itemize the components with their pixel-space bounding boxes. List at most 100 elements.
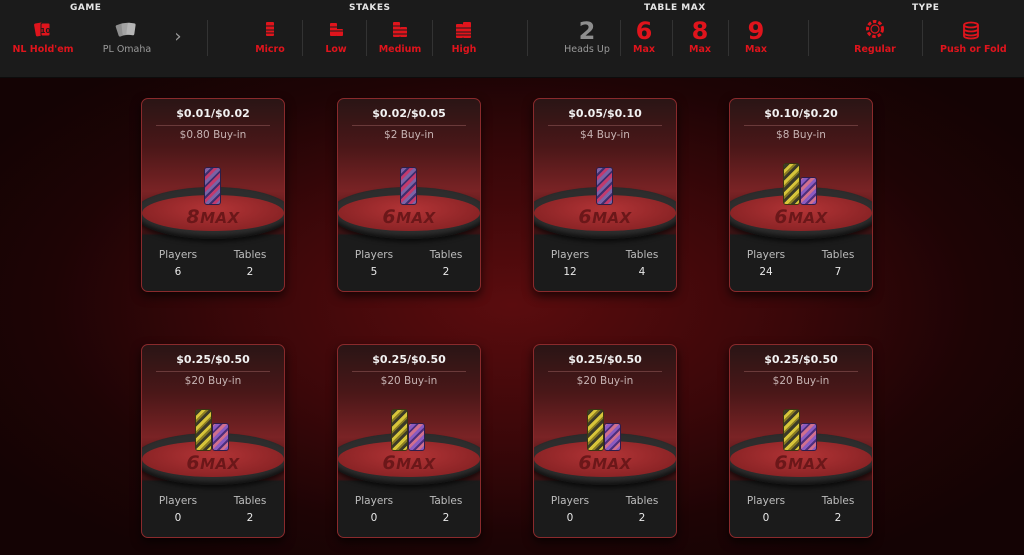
chip-stack — [195, 409, 212, 451]
separator — [207, 20, 208, 56]
separator — [620, 20, 621, 56]
table-max-option-2[interactable]: 2 Heads Up — [560, 19, 614, 55]
players-label: Players — [746, 495, 786, 507]
separator — [527, 20, 528, 56]
divider — [156, 125, 270, 126]
tables-label: Tables — [429, 249, 463, 261]
poker-chip-icon — [852, 20, 898, 42]
players-stat: Players 6 — [148, 249, 208, 278]
separator — [808, 20, 809, 56]
buyin-label: $4 Buy-in — [580, 129, 630, 141]
chips-graphic — [534, 409, 676, 453]
tables-count: 7 — [834, 266, 842, 278]
players-stat: Players 5 — [344, 249, 404, 278]
players-stat: Players 12 — [540, 249, 600, 278]
players-count: 0 — [370, 512, 378, 524]
chip-stack — [408, 423, 425, 451]
chevron-right-icon: › — [174, 26, 182, 47]
chips-graphic — [142, 163, 284, 207]
tables-count: 2 — [246, 266, 254, 278]
tables-label: Tables — [233, 249, 267, 261]
tables-stat: Tables 2 — [220, 495, 280, 524]
max-logo: 6MAX — [382, 206, 436, 228]
stakes-option-low[interactable]: Low — [316, 20, 356, 55]
players-label: Players — [158, 249, 198, 261]
buyin-label: $20 Buy-in — [772, 375, 830, 387]
chip-stack — [400, 167, 417, 205]
tables-stat: Tables 4 — [612, 249, 672, 278]
table-card[interactable]: $0.25/$0.50 $20 Buy-in 6MAX Players 0 Ta… — [729, 344, 873, 538]
type-filter-title: TYPE — [912, 3, 940, 13]
svg-text:10: 10 — [41, 27, 51, 35]
max-logo: 6MAX — [774, 452, 828, 474]
max-logo: 6MAX — [774, 206, 828, 228]
players-stat: Players 0 — [736, 495, 796, 524]
type-option-push-or-fold[interactable]: Push or Fold — [940, 20, 1007, 55]
chip-stack — [587, 409, 604, 451]
table-card[interactable]: $0.10/$0.20 $8 Buy-in 6MAX Players 24 Ta… — [729, 98, 873, 292]
tables-stat: Tables 7 — [808, 249, 868, 278]
tables-label: Tables — [821, 249, 855, 261]
table-card[interactable]: $0.05/$0.10 $4 Buy-in 6MAX Players 12 Ta… — [533, 98, 677, 292]
tables-label: Tables — [625, 495, 659, 507]
table-card[interactable]: $0.25/$0.50 $20 Buy-in 6MAX Players 0 Ta… — [533, 344, 677, 538]
tables-stat: Tables 2 — [808, 495, 868, 524]
stakes-option-medium[interactable]: Medium — [378, 20, 422, 55]
tables-count: 2 — [246, 512, 254, 524]
table-max-option-9[interactable]: 9 Max — [741, 19, 771, 55]
divider — [744, 371, 858, 372]
tables-stat: Tables 2 — [416, 495, 476, 524]
tables-label: Tables — [821, 495, 855, 507]
players-count: 24 — [759, 266, 773, 278]
table-card[interactable]: $0.25/$0.50 $20 Buy-in 6MAX Players 0 Ta… — [141, 344, 285, 538]
chip-stack-icon — [378, 20, 422, 42]
table-card[interactable]: $0.01/$0.02 $0.80 Buy-in 8MAX Players 6 … — [141, 98, 285, 292]
buyin-label: $20 Buy-in — [576, 375, 634, 387]
players-label: Players — [354, 495, 394, 507]
table-card[interactable]: $0.02/$0.05 $2 Buy-in 6MAX Players 5 Tab… — [337, 98, 481, 292]
separator — [432, 20, 433, 56]
chip-stack-icon — [316, 20, 356, 42]
players-count: 12 — [563, 266, 577, 278]
players-stat: Players 0 — [148, 495, 208, 524]
buyin-label: $20 Buy-in — [184, 375, 242, 387]
players-stat: Players 0 — [344, 495, 404, 524]
separator — [366, 20, 367, 56]
divider — [548, 125, 662, 126]
game-more-chevron[interactable]: › — [168, 26, 188, 47]
chip-stack — [596, 167, 613, 205]
table-max-option-8[interactable]: 8 Max — [685, 19, 715, 55]
chips-graphic — [730, 409, 872, 453]
players-stat: Players 24 — [736, 249, 796, 278]
chip-stack — [800, 177, 817, 205]
game-option-pl-omaha[interactable]: PL Omaha — [96, 20, 158, 55]
chip-stack — [783, 163, 800, 205]
divider — [352, 371, 466, 372]
filter-bar: GAME 10 NL Hold'em PL Omaha › STAKES Mic… — [0, 0, 1024, 78]
cards-gray-icon — [96, 20, 158, 42]
stakes-label: $0.10/$0.20 — [764, 107, 838, 120]
players-label: Players — [746, 249, 786, 261]
stakes-option-high[interactable]: High — [444, 20, 484, 55]
game-option-nl-holdem[interactable]: 10 NL Hold'em — [12, 20, 74, 55]
tables-count: 2 — [442, 266, 450, 278]
stakes-label: $0.25/$0.50 — [568, 353, 642, 366]
max-logo: 8MAX — [186, 206, 240, 228]
type-option-regular[interactable]: Regular — [852, 20, 898, 55]
stakes-label: $0.25/$0.50 — [176, 353, 250, 366]
players-stat: Players 0 — [540, 495, 600, 524]
tables-stat: Tables 2 — [220, 249, 280, 278]
tables-count: 2 — [638, 512, 646, 524]
separator — [922, 20, 923, 56]
table-card[interactable]: $0.25/$0.50 $20 Buy-in 6MAX Players 0 Ta… — [337, 344, 481, 538]
players-count: 5 — [370, 266, 378, 278]
stakes-label: $0.02/$0.05 — [372, 107, 446, 120]
buyin-label: $8 Buy-in — [776, 129, 826, 141]
buyin-label: $0.80 Buy-in — [179, 129, 247, 141]
tables-count: 2 — [442, 512, 450, 524]
stakes-label: $0.01/$0.02 — [176, 107, 250, 120]
stakes-option-micro[interactable]: Micro — [250, 20, 290, 55]
buyin-label: $2 Buy-in — [384, 129, 434, 141]
table-max-option-6[interactable]: 6 Max — [629, 19, 659, 55]
stakes-label: $0.05/$0.10 — [568, 107, 642, 120]
